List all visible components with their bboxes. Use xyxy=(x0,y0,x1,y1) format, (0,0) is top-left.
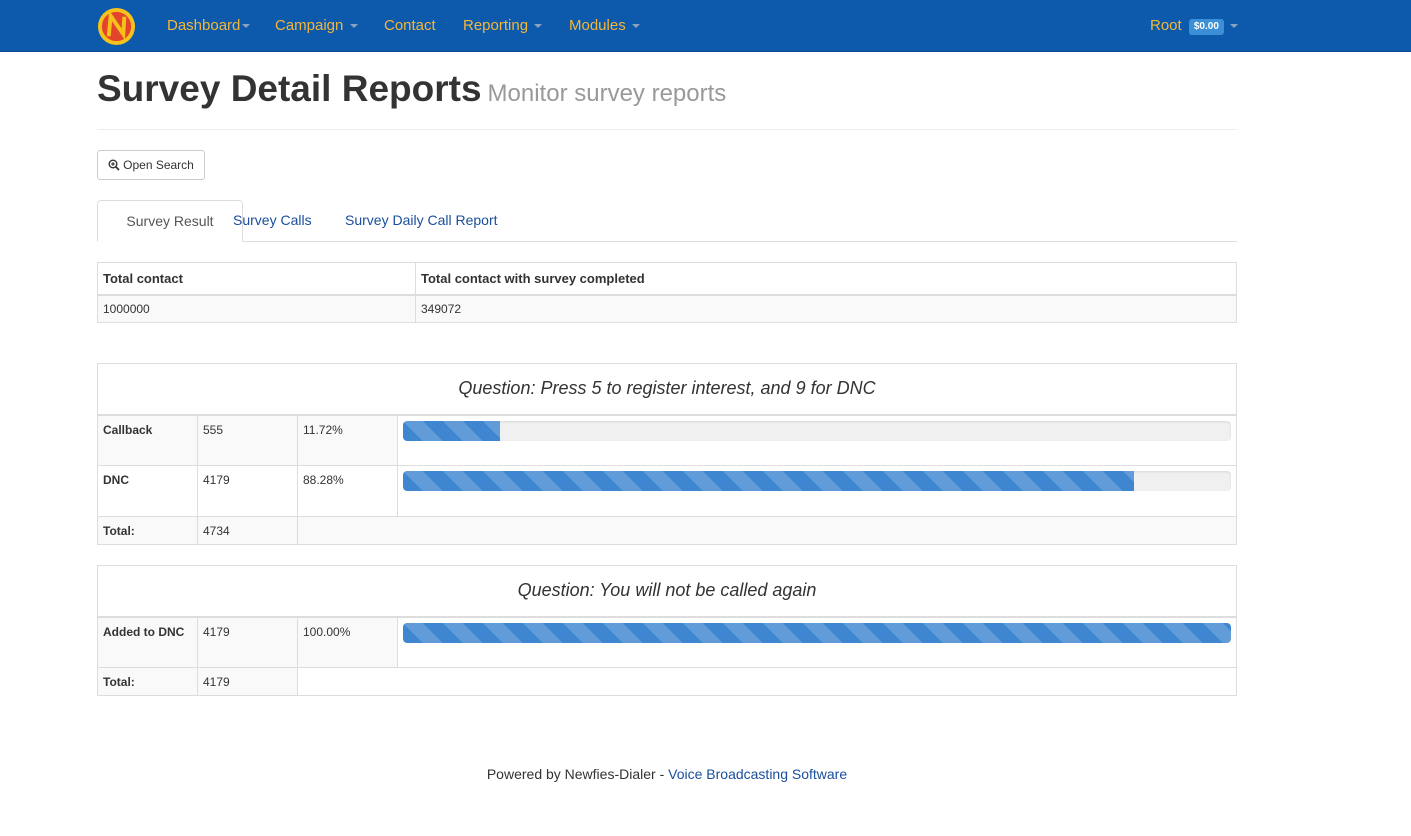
caret-down-icon xyxy=(534,24,543,29)
table-row: 1000000 349072 xyxy=(97,294,1237,323)
question-title: Question: Press 5 to register interest, … xyxy=(97,363,1237,416)
caret-down-icon xyxy=(242,24,251,29)
header-total-contact: Total contact xyxy=(97,262,416,296)
answer-label: Callback xyxy=(97,414,198,466)
caret-down-icon xyxy=(1230,24,1239,29)
table-row: Callback 555 11.72% xyxy=(97,414,1237,466)
page-title: Survey Detail Reports Monitor survey repo… xyxy=(97,68,727,109)
progress-bar xyxy=(403,420,1231,441)
caret-down-icon xyxy=(631,24,640,29)
value-total-completed: 349072 xyxy=(415,294,1237,323)
total-label: Total: xyxy=(97,667,198,696)
nav-reporting[interactable]: Reporting xyxy=(463,0,543,52)
balance-badge: $0.00 xyxy=(1188,19,1224,35)
tab-survey-daily-call-report[interactable]: Survey Daily Call Report xyxy=(330,200,513,242)
answer-label: Added to DNC xyxy=(97,616,198,668)
answer-count: 4179 xyxy=(197,465,298,517)
progress-fill xyxy=(403,622,1231,643)
value-total-contact: 1000000 xyxy=(97,294,416,323)
header-divider xyxy=(97,129,1237,130)
caret-down-icon xyxy=(349,24,358,29)
answer-count: 4179 xyxy=(197,616,298,668)
top-navbar: Dashboard Campaign Contact Reporting Mod… xyxy=(0,0,1411,52)
answer-label: DNC xyxy=(97,465,198,517)
table-row: Added to DNC 4179 100.00% xyxy=(97,616,1237,668)
table-row: DNC 4179 88.28% xyxy=(97,465,1237,517)
zoom-in-icon xyxy=(108,159,120,171)
total-label: Total: xyxy=(97,516,198,545)
nav-contact[interactable]: Contact xyxy=(384,0,436,52)
footer: Powered by Newfies-Dialer - Voice Broadc… xyxy=(486,766,848,782)
open-search-button[interactable]: Open Search xyxy=(97,150,205,180)
question-table-2: Question: You will not be called again A… xyxy=(97,565,1237,696)
page-subtitle: Monitor survey reports xyxy=(487,80,727,107)
newfies-logo-icon[interactable] xyxy=(97,7,136,46)
total-value: 4179 xyxy=(197,667,298,696)
user-name: Root xyxy=(1150,17,1182,34)
footer-link[interactable]: Voice Broadcasting Software xyxy=(668,766,847,782)
question-table-1: Question: Press 5 to register interest, … xyxy=(97,363,1237,545)
nav-campaign[interactable]: Campaign xyxy=(275,0,358,52)
table-row-total: Total: 4734 xyxy=(97,516,1237,545)
progress-bar xyxy=(403,622,1231,643)
header-total-completed: Total contact with survey completed xyxy=(415,262,1237,296)
progress-bar xyxy=(403,471,1231,491)
answer-percent: 88.28% xyxy=(297,465,398,517)
answer-percent: 11.72% xyxy=(297,414,398,466)
user-menu[interactable]: Root $0.00 xyxy=(1150,0,1239,52)
answer-count: 555 xyxy=(197,414,298,466)
progress-fill xyxy=(403,471,1134,491)
nav-modules[interactable]: Modules xyxy=(569,0,640,52)
answer-percent: 100.00% xyxy=(297,616,398,668)
progress-fill xyxy=(403,420,501,441)
summary-table: Total contact Total contact with survey … xyxy=(97,262,1237,323)
tab-survey-calls[interactable]: Survey Calls xyxy=(218,200,327,242)
question-title: Question: You will not be called again xyxy=(97,565,1237,618)
table-row-total: Total: 4179 xyxy=(97,667,1237,696)
nav-dashboard[interactable]: Dashboard xyxy=(167,0,251,52)
total-value: 4734 xyxy=(197,516,298,545)
